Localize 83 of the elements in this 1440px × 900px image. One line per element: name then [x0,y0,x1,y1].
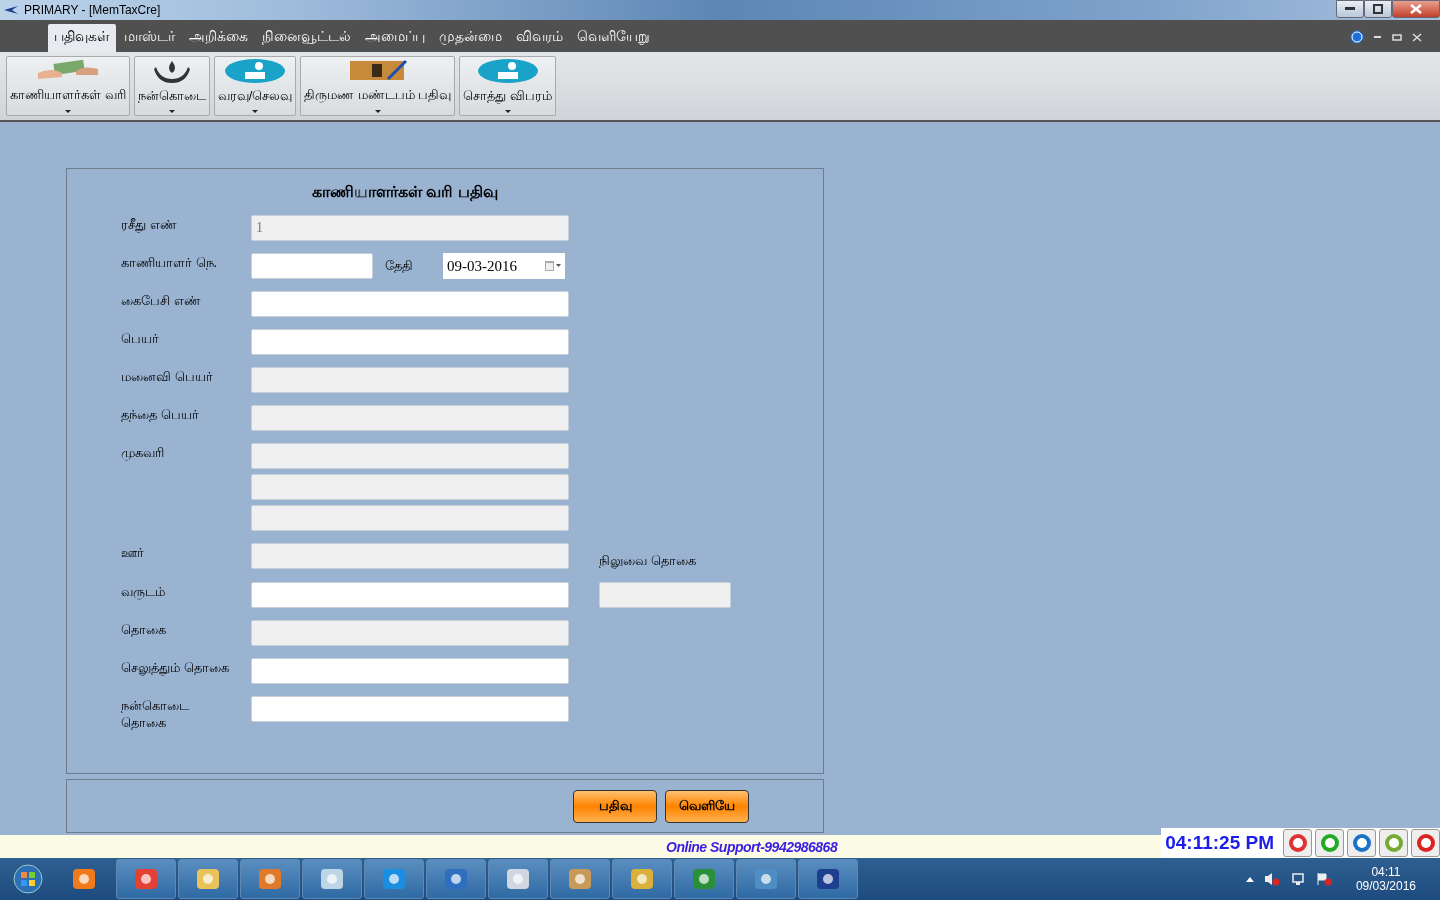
book-pen-icon [347,59,408,81]
menu-tab[interactable]: விவரம் [510,24,569,52]
ribbon-button[interactable]: சொத்து விபரம் [459,56,557,116]
coin-hand-icon [224,59,285,83]
caret-up-icon[interactable] [1245,876,1254,882]
ribbon-button[interactable]: வரவு/செலவு [213,56,297,116]
taskbar-button[interactable] [798,859,858,899]
taskbar-button[interactable] [116,859,176,899]
taskbar-button[interactable] [488,859,548,899]
help-icon[interactable] [1350,30,1364,44]
settings-button[interactable] [1347,829,1376,857]
close-icon[interactable] [1412,32,1422,42]
input-field[interactable] [251,291,569,317]
input-field[interactable] [251,582,569,608]
support-text: Online Support-9942986868 [666,838,838,855]
caret-icon [64,110,71,113]
note-button[interactable] [1379,829,1408,857]
calendar-icon[interactable] [545,261,561,271]
action-button[interactable]: வெளியே [665,789,749,823]
field-label: தந்தை பெயர் [121,406,200,424]
field-label: ஊர் [121,544,145,562]
field-label: நிலுவை தொகை [599,553,696,570]
phone-button[interactable] [1283,829,1312,857]
input-field[interactable] [251,253,373,279]
taskbar-button[interactable] [550,859,610,899]
field-label: காணியாளர் நெ. [121,254,219,272]
coin-hand-icon [477,59,538,83]
minimize-icon[interactable] [1374,35,1382,39]
maximize-button[interactable] [1364,0,1392,18]
power-button[interactable] [1411,829,1440,857]
menu-tab[interactable]: அறிக்கை [183,24,254,52]
field-label: செலுத்தும் தொகை [121,659,229,677]
taskbar-button[interactable] [674,859,734,899]
taskbar-button[interactable] [178,859,238,899]
menu-tab[interactable]: வெளியேறு [571,24,656,52]
taskbar-button[interactable] [426,859,486,899]
clock-text: 04:11:25 PM [1165,832,1274,854]
field-label: ரசீது எண் [121,216,178,234]
close-button[interactable] [1392,0,1440,18]
menu-tab[interactable]: நினைவூட்டல் [256,24,357,52]
field-label: கைபேசி எண் [121,292,202,310]
action-button[interactable]: பதிவு [573,789,657,823]
field-label: தொகை [121,621,167,639]
taskbar-button[interactable] [240,859,300,899]
form-title: காணியாளர்கள் வரி பதிவு [311,183,499,203]
close-icon [1410,4,1422,14]
ribbon-button[interactable]: திருமண மண்டபம் பதிவு [300,56,456,116]
menu-tab[interactable]: பதிவுகள் [48,24,116,52]
caret-icon [168,110,175,113]
mail-button[interactable] [1315,829,1344,857]
input-field[interactable] [251,329,569,355]
input-field[interactable] [251,696,569,722]
minimize-button[interactable] [1336,0,1364,18]
taskbar-button[interactable] [612,859,672,899]
input-field[interactable] [251,658,569,684]
restore-icon[interactable] [1392,33,1402,41]
taskbar-button[interactable] [302,859,362,899]
menu-tab[interactable]: மாஸ்டர் [118,24,181,52]
taskbar-button[interactable] [364,859,424,899]
caret-icon [504,110,511,113]
ribbon-button[interactable]: நன்கொடை [133,56,210,116]
field-label: பெயர் [121,330,160,348]
field-label: வருடம் [121,583,166,601]
network-icon[interactable] [1289,872,1306,886]
volume-muted-icon[interactable] [1263,872,1280,886]
caret-icon [374,110,381,113]
field-label: முகவரி [121,444,165,462]
money-hands-icon [37,59,98,81]
ribbon-button[interactable]: காணியாளர்கள் வரி [6,56,130,116]
date-field[interactable]: 09-03-2016 [443,253,565,279]
app-arrow-icon [4,6,18,14]
flag-icon[interactable] [1315,872,1332,886]
maximize-icon [1373,4,1383,14]
menu-tab[interactable]: அமைப்பு [359,24,431,52]
menu-tab[interactable]: முதன்மை [433,24,508,52]
window-title: PRIMARY - [MemTaxCre] [24,3,161,17]
taskbar-button[interactable] [736,859,796,899]
taskbar-clock[interactable]: 04:11 09/03/2016 [1355,865,1416,893]
caret-icon [251,110,258,113]
field-label: நன்கொடை தொகை [121,697,190,732]
date-label: தேதி [385,257,413,275]
minimize-icon [1345,7,1355,11]
field-label: மனைவி பெயர் [121,368,214,386]
